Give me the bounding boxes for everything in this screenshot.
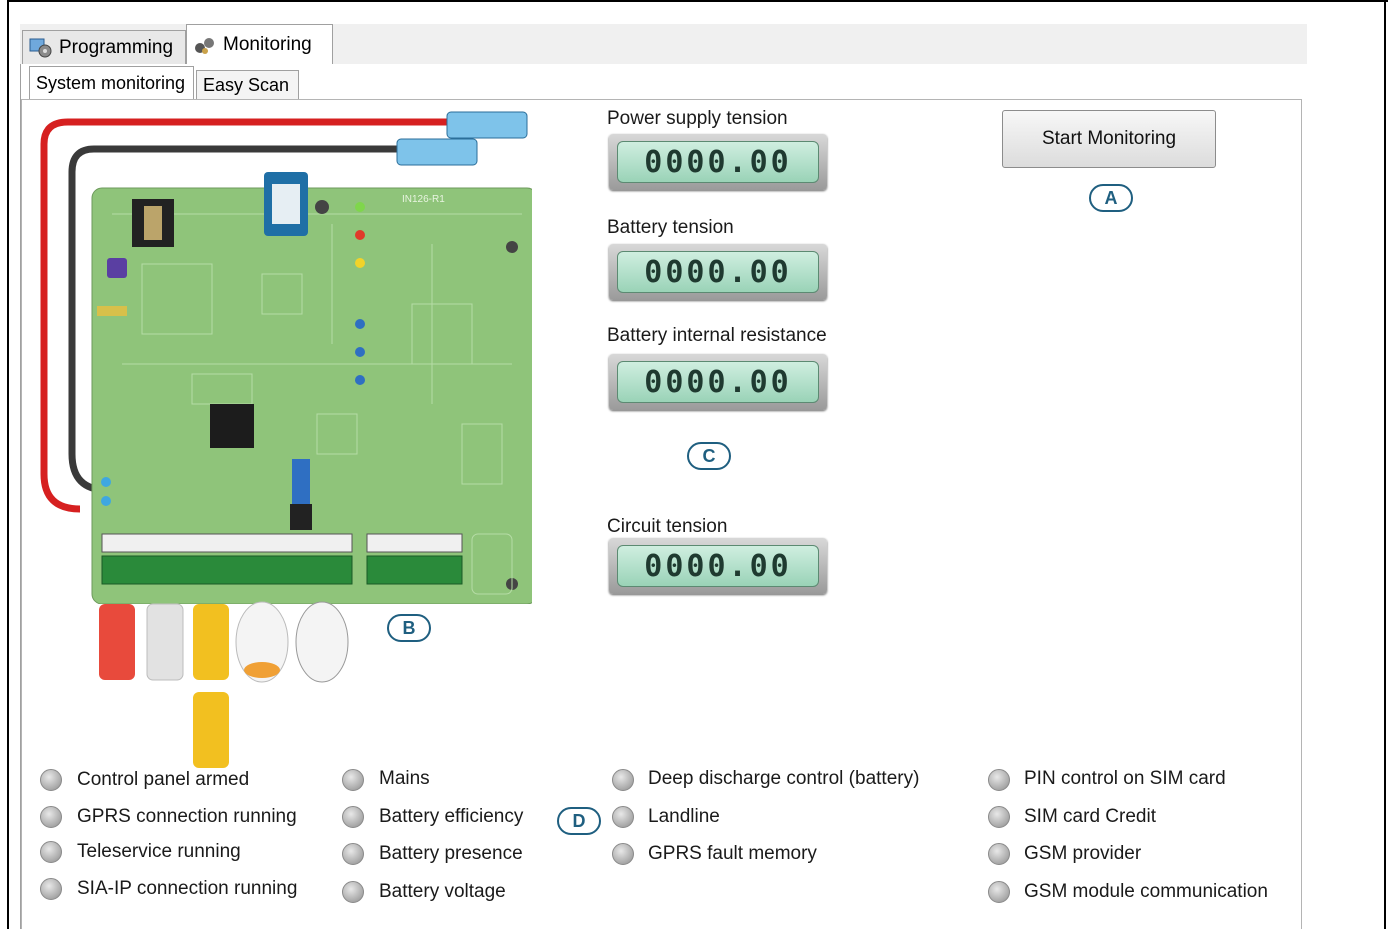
status-led [342, 806, 364, 828]
control-board-illustration: IN126-R1 [40, 111, 532, 604]
circuit-tension-label: Circuit tension [607, 516, 728, 537]
main-tab-strip: Programming Monitoring [20, 24, 1307, 65]
status-led [40, 806, 62, 828]
power-supply-tension-display: 0000.00 [609, 134, 827, 190]
board-silkscreen-label: IN126-R1 [402, 194, 445, 205]
status-led [342, 769, 364, 791]
status-label: Battery presence [379, 843, 523, 864]
status-led [40, 841, 62, 863]
circuit-tension-display: 0000.00 [609, 538, 827, 594]
status-label: Mains [379, 768, 430, 789]
tab-system-monitoring-label: System monitoring [36, 73, 186, 93]
detector-devices-illustration [99, 601, 349, 768]
status-led [40, 769, 62, 791]
status-label: Battery voltage [379, 881, 506, 902]
frame-top-border [7, 0, 1388, 2]
circuit-tension-value: 0000.00 [617, 545, 819, 587]
status-led [612, 806, 634, 828]
status-label: GPRS connection running [77, 806, 297, 827]
status-label: SIM card Credit [1024, 806, 1156, 827]
status-label: GSM module communication [1024, 881, 1268, 902]
power-supply-tension-value: 0000.00 [617, 141, 819, 183]
status-led [988, 881, 1010, 903]
status-led [988, 769, 1010, 791]
battery-resistance-label: Battery internal resistance [607, 325, 827, 346]
tab-easy-scan[interactable]: Easy Scan [196, 70, 299, 100]
status-label: Control panel armed [77, 769, 250, 790]
status-led [988, 806, 1010, 828]
tab-monitoring[interactable]: Monitoring [186, 24, 333, 64]
status-label: GPRS fault memory [648, 843, 817, 864]
callout-b: B [387, 614, 431, 642]
status-label: SIA-IP connection running [77, 878, 298, 899]
battery-resistance-display: 0000.00 [609, 354, 827, 410]
battery-tension-value: 0000.00 [617, 251, 819, 293]
battery-tension-label: Battery tension [607, 217, 734, 238]
system-monitoring-panel: IN126-R1 Power supply tension 0000.00 Ba… [21, 99, 1302, 929]
start-monitoring-button[interactable]: Start Monitoring [1002, 110, 1216, 168]
battery-resistance-value: 0000.00 [617, 361, 819, 403]
tab-monitoring-label: Monitoring [223, 33, 312, 55]
callout-d: D [557, 807, 601, 835]
status-led [612, 843, 634, 865]
power-supply-tension-label: Power supply tension [607, 108, 788, 129]
status-led [612, 769, 634, 791]
callout-c: C [687, 442, 731, 470]
monitoring-content: System monitoring Easy Scan IN126-R1 Pow… [20, 64, 1308, 929]
status-label: PIN control on SIM card [1024, 768, 1226, 789]
programming-icon [29, 37, 53, 59]
battery-tension-display: 0000.00 [609, 244, 827, 300]
status-label: Battery efficiency [379, 806, 524, 827]
frame-right-border [1384, 0, 1386, 929]
status-label: Deep discharge control (battery) [648, 768, 920, 789]
status-led [988, 843, 1010, 865]
tab-easy-scan-label: Easy Scan [203, 75, 290, 95]
callout-a: A [1089, 184, 1133, 212]
monitoring-icon [193, 34, 217, 56]
tab-programming-label: Programming [59, 36, 174, 58]
app-window: Programming Monitoring System monitoring… [20, 24, 1308, 929]
frame-left-border [7, 0, 9, 929]
status-led [342, 881, 364, 903]
status-label: Landline [648, 806, 720, 827]
status-led [40, 878, 62, 900]
tab-system-monitoring[interactable]: System monitoring [29, 66, 194, 100]
tab-programming[interactable]: Programming [22, 30, 186, 64]
status-label: Teleservice running [77, 841, 241, 862]
status-led [342, 843, 364, 865]
status-label: GSM provider [1024, 843, 1142, 864]
